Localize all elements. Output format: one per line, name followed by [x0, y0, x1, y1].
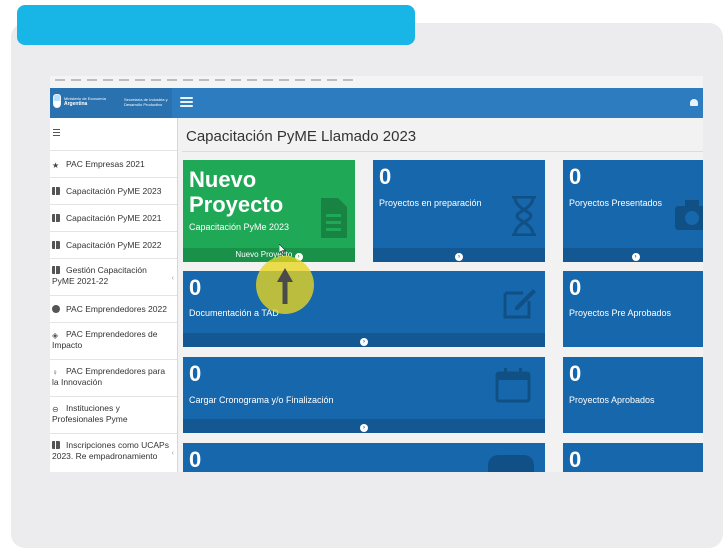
more-info-link[interactable]: ›	[183, 419, 545, 433]
document-icon	[321, 198, 347, 238]
sidebar-item-instituciones[interactable]: Instituciones y Profesionales Pyme	[50, 396, 177, 433]
count: 0	[189, 447, 202, 472]
more-info-link[interactable]: ›	[563, 248, 703, 262]
arrow-circle-right-icon: ›	[631, 253, 640, 261]
count: 0	[569, 447, 582, 472]
book-icon	[52, 441, 60, 449]
check-circle-icon	[52, 305, 60, 313]
book-icon	[52, 241, 60, 249]
tile-row4-right[interactable]: 0	[563, 443, 703, 472]
tile-label: Documentación a TAD	[189, 308, 279, 318]
sidebar-item-label: Gestión Capacitación PyME 2021-22	[52, 265, 147, 286]
edit-icon	[503, 289, 536, 319]
count: 0	[569, 275, 582, 300]
count: 0	[569, 361, 582, 386]
folder-icon	[488, 455, 534, 472]
sidebar-item-label: Capacitación PyME 2022	[66, 240, 162, 250]
sidebar-item-capacitacion-2023[interactable]: Capacitación PyME 2023	[50, 177, 177, 204]
browser-address-strip	[50, 76, 703, 88]
tile-proyectos-presentados[interactable]: 0 Poryectos Presentados ›	[563, 160, 703, 262]
tile-proyectos-preparacion[interactable]: 0 Proyectos en preparación ›	[373, 160, 545, 262]
sidebar-item-pac-empresas-2021[interactable]: PAC Empresas 2021	[50, 150, 177, 177]
sidebar-item-pac-emprendedores-2022[interactable]: PAC Emprendedores 2022	[50, 295, 177, 322]
tile-proyectos-aprobados[interactable]: 0 Proyectos Aprobados	[563, 357, 703, 433]
mouse-pointer-icon	[279, 244, 286, 255]
caption-bar	[17, 5, 415, 45]
sidebar-item-label: PAC Emprendedores de Impacto	[52, 329, 158, 350]
sidebar-item-gestion-capacitacion[interactable]: Gestión Capacitación PyME 2021-22 ‹	[50, 258, 177, 295]
sidebar-item-label: Inscripciones como UCAPs 2023. Re empadr…	[52, 440, 169, 461]
count: 0	[379, 164, 392, 189]
tile-label: Proyectos Pre Aprobados	[569, 308, 672, 318]
link-icon	[52, 404, 60, 412]
logo-country-text: Argentina	[64, 101, 88, 107]
ministry-logo[interactable]: Ministerio de Economía Argentina Secreta…	[50, 88, 172, 118]
hourglass-icon	[512, 196, 536, 236]
tile-row4-left[interactable]: 0	[183, 443, 545, 472]
book-icon	[52, 266, 60, 274]
up-arrow-icon	[277, 268, 293, 304]
arrow-circle-right-icon: ›	[455, 253, 463, 261]
sidebar-item-capacitacion-2021[interactable]: Capacitación PyME 2021	[50, 204, 177, 231]
arrow-circle-right-icon: ›	[360, 338, 368, 346]
sidebar-item-label: PAC Emprendedores para la Innovación	[52, 366, 166, 387]
count: 0	[569, 164, 582, 189]
argentina-emblem-icon	[53, 94, 61, 108]
menu-toggle-icon[interactable]	[180, 97, 193, 107]
sidebar-item-pac-emprendedores-innovacion[interactable]: PAC Emprendedores para la Innovación	[50, 359, 177, 396]
count: 0	[189, 361, 202, 386]
tile-proyectos-pre-aprobados[interactable]: 0 Proyectos Pre Aprobados	[563, 271, 703, 347]
eye-icon	[52, 330, 60, 338]
sidebar-collapse-icon[interactable]	[53, 129, 60, 136]
chevron-left-icon: ‹	[171, 275, 174, 282]
sidebar-item-label: PAC Empresas 2021	[66, 159, 145, 169]
title-divider	[182, 151, 703, 152]
nuevo-proyecto-subtitle: Capacitación PyMe 2023	[189, 222, 290, 232]
tile-label: Proyectos en preparación	[379, 198, 482, 208]
star-icon	[52, 160, 60, 168]
nuevo-proyecto-title: Nuevo Proyecto	[189, 167, 284, 217]
chevron-left-icon: ‹	[171, 450, 174, 457]
sidebar: PAC Empresas 2021 Capacitación PyME 2023…	[50, 118, 178, 472]
count: 0	[189, 275, 202, 300]
tile-label: Poryectos Presentados	[569, 198, 663, 208]
more-info-link[interactable]: ›	[183, 333, 545, 347]
sidebar-item-label: Instituciones y Profesionales Pyme	[52, 403, 128, 424]
calendar-icon	[495, 368, 531, 403]
sidebar-item-label: Capacitación PyME 2023	[66, 186, 162, 196]
logo-secretaria-text: Secretaría de Industria y Desarrollo Pro…	[124, 97, 168, 107]
top-navbar: Ministerio de Economía Argentina Secreta…	[50, 88, 703, 118]
more-info-link[interactable]: ›	[373, 248, 545, 262]
sidebar-item-label: PAC Emprendedores 2022	[66, 304, 167, 314]
tile-documentacion-tad[interactable]: 0 Documentación a TAD ›	[183, 271, 545, 347]
arrow-circle-right-icon: ›	[360, 424, 368, 432]
tile-nuevo-proyecto[interactable]: Nuevo Proyecto Capacitación PyMe 2023 Nu…	[183, 160, 355, 262]
tile-label: Cargar Cronograma y/o Finalización	[189, 395, 334, 405]
book-icon	[52, 214, 60, 222]
user-icon[interactable]	[690, 99, 698, 106]
sidebar-item-inscripciones-ucaps[interactable]: Inscripciones como UCAPs 2023. Re empadr…	[50, 433, 177, 472]
sidebar-item-pac-emprendedores-impacto[interactable]: PAC Emprendedores de Impacto	[50, 322, 177, 359]
tile-label: Proyectos Aprobados	[569, 395, 655, 405]
book-icon	[52, 187, 60, 195]
tile-cargar-cronograma[interactable]: 0 Cargar Cronograma y/o Finalización ›	[183, 357, 545, 433]
camera-icon	[675, 200, 703, 230]
sidebar-item-capacitacion-2022[interactable]: Capacitación PyME 2022	[50, 231, 177, 258]
sidebar-item-label: Capacitación PyME 2021	[66, 213, 162, 223]
lightbulb-icon	[52, 367, 60, 375]
page-title: Capacitación PyME Llamado 2023	[186, 128, 417, 145]
app-window: Ministerio de Economía Argentina Secreta…	[50, 88, 703, 472]
